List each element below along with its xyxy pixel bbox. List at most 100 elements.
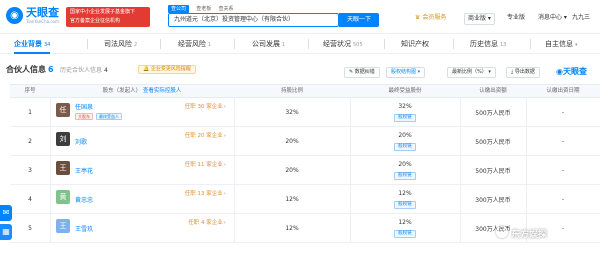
tab-intellectual-property[interactable]: 知识产权: [401, 34, 429, 54]
benefit-cell: 20% 股权链: [350, 127, 460, 156]
avatar[interactable]: 王: [56, 219, 70, 233]
table-row: 4 黄 黄忠忠 任职 13 家企业› 12% 12% 股权链 300万人民币 -: [10, 185, 600, 214]
promo-line-2: 官方备案企业征信机构: [70, 18, 121, 24]
search-tab-boss[interactable]: 查老板: [196, 5, 211, 13]
section-count: 6: [48, 65, 54, 74]
benefit-value: 20%: [398, 161, 412, 168]
watermark-logo-icon: [496, 226, 508, 238]
tab-business-status[interactable]: 经营状况 505: [323, 34, 363, 54]
chevron-down-icon: ▾: [486, 15, 491, 22]
equity-chain-button[interactable]: 股权链: [394, 230, 416, 238]
tab-divider: [384, 39, 385, 49]
company-dimension-tabs: 企业背景 34 司法风险 2 经营风险 1 公司发展 1 经营状况 505 知识产权 历史…: [0, 34, 600, 54]
header-ratio: 持股比例: [280, 88, 303, 94]
ratio-cell: 32%: [285, 109, 299, 116]
major-shareholder-tag: 大股东: [75, 113, 93, 120]
equity-chain-button[interactable]: 股权链: [394, 172, 416, 180]
tab-count: 2: [134, 42, 138, 48]
equity-chain-button[interactable]: 股权链: [394, 143, 416, 151]
tab-label: 经营风险: [178, 40, 206, 48]
partner-name-link[interactable]: 黄忠忠: [75, 195, 93, 204]
tab-self-info[interactable]: 自主信息 ▾: [545, 34, 578, 54]
equity-chain-button[interactable]: 股权链: [394, 201, 416, 209]
ratio-cell: 20%: [285, 167, 299, 174]
equity-structure-button[interactable]: 股权结构图 ▾: [386, 67, 426, 78]
office-count-link[interactable]: 任职 13 家企业›: [185, 189, 226, 197]
office-count: 任职 13 家企业: [184, 191, 223, 197]
equity-chain-wrap: 股权链: [350, 113, 460, 122]
tab-judicial-risk[interactable]: 司法风险 2: [104, 34, 137, 54]
tab-history[interactable]: 历史信息 13: [470, 34, 506, 54]
promo-banner[interactable]: 国家中小企业发展子基金旗下 官方备案企业征信机构: [66, 7, 150, 27]
office-count-link[interactable]: 任职 4 家企业›: [188, 218, 226, 226]
tab-background[interactable]: 企业背景 34: [14, 34, 51, 54]
date-cell: -: [561, 138, 565, 145]
export-data-button[interactable]: ⤓ 导出数据: [506, 67, 540, 78]
office-count-link[interactable]: 任职 20 家企业›: [185, 131, 226, 139]
office-count: 任职 30 家企业: [184, 104, 223, 110]
sort-ratio-label: 最新比例（%）: [452, 69, 487, 75]
promo-line-1: 国家中小企业发展子基金旗下: [70, 9, 136, 15]
equity-chain-wrap: 股权链: [350, 200, 460, 209]
pro-version-link[interactable]: 专业版: [507, 13, 525, 23]
benefit-cell: 32% 股权链: [350, 98, 460, 127]
chat-icon: ✉: [2, 208, 10, 217]
message-center-link[interactable]: 消息中心 ▾: [538, 13, 567, 23]
tab-company-development[interactable]: 公司发展 1: [252, 34, 285, 54]
view-actual-controller-link[interactable]: 查看实际控股人: [143, 88, 182, 94]
header-partner: 股东（发起人） 查看实际控股人: [50, 85, 234, 98]
history-partner-link[interactable]: 历史合伙人信息 4: [60, 65, 108, 74]
header-capital: 认缴出资额: [479, 88, 507, 94]
partner-name-link[interactable]: 任国泉: [75, 102, 93, 111]
chevron-down-icon: ▾: [575, 42, 578, 48]
side-scan-button[interactable]: ▦: [0, 224, 12, 240]
partner-name-link[interactable]: 王雪玖: [75, 224, 93, 233]
avatar[interactable]: 任: [56, 103, 70, 117]
avatar[interactable]: 黄: [56, 190, 70, 204]
ratio-cell: 12%: [285, 225, 299, 232]
sort-ratio-select[interactable]: 最新比例（%） ▾: [447, 67, 496, 78]
search-tab-company[interactable]: 查公司: [168, 5, 190, 13]
partner-name-link[interactable]: 刘歌: [75, 137, 87, 146]
search-type-tabs: 查公司 查老板 查关系: [168, 4, 239, 13]
tab-count: 505: [353, 42, 363, 48]
row-index: 3: [28, 167, 32, 174]
equity-chain-button[interactable]: 股权链: [394, 114, 416, 122]
chevron-down-icon: ▾: [416, 69, 421, 75]
side-service-button[interactable]: ✉: [0, 205, 12, 221]
logo-eye-icon: ◉: [556, 67, 563, 76]
member-service-link[interactable]: ♛ 会员服务: [415, 13, 446, 23]
enterprise-version-button[interactable]: 商业版 ▾: [464, 13, 495, 25]
date-cell: -: [561, 196, 565, 203]
tianyancha-logo[interactable]: ◉ 天眼查 TianYanCha.com: [6, 7, 62, 25]
tab-label: 知识产权: [401, 40, 429, 48]
tab-label: 历史信息: [470, 40, 498, 48]
search-input[interactable]: 九州道元（北京）投资管理中心（有限合伙）: [168, 13, 339, 27]
benefit-cell: 12% 股权链: [350, 185, 460, 214]
partner-section-header: 合伙人信息 6 历史合伙人信息 4 🔔 企业变更风险提醒 ✎ 数据纠错 股权结构图 …: [0, 54, 600, 84]
office-count-link[interactable]: 任职 30 家企业›: [185, 102, 226, 110]
tab-operating-risk[interactable]: 经营风险 1: [178, 34, 211, 54]
user-menu[interactable]: 九九三: [572, 13, 590, 23]
office-count-link[interactable]: 任职 11 家企业›: [185, 160, 226, 168]
capital-cell: 500万人民币: [475, 168, 511, 175]
enterprise-label: 商业版: [468, 15, 487, 22]
search-tab-relation[interactable]: 查关系: [219, 5, 234, 13]
export-data-label: 导出数据: [514, 69, 535, 75]
avatar[interactable]: 刘: [56, 132, 70, 146]
data-correction-button[interactable]: ✎ 数据纠错: [344, 67, 380, 78]
search-button[interactable]: 天眼一下: [339, 13, 379, 27]
crown-icon: ♛: [415, 14, 421, 21]
risk-alert-badge[interactable]: 🔔 企业变更风险提醒: [138, 65, 196, 74]
benefit-cell: 20% 股权链: [350, 156, 460, 185]
avatar[interactable]: 王: [56, 161, 70, 175]
tab-count: 34: [44, 42, 51, 48]
partner-name-link[interactable]: 王亭花: [75, 166, 93, 175]
tab-divider: [87, 39, 88, 49]
partner-info: 任 任国泉 大股东 最终受益人 任职 30 家企业›: [56, 98, 230, 127]
benefit-value: 20%: [398, 132, 412, 139]
date-cell: -: [561, 167, 565, 174]
tab-label: 公司发展: [252, 40, 280, 48]
section-title-text: 合伙人信息: [6, 65, 46, 74]
office-count: 任职 4 家企业: [188, 220, 223, 226]
